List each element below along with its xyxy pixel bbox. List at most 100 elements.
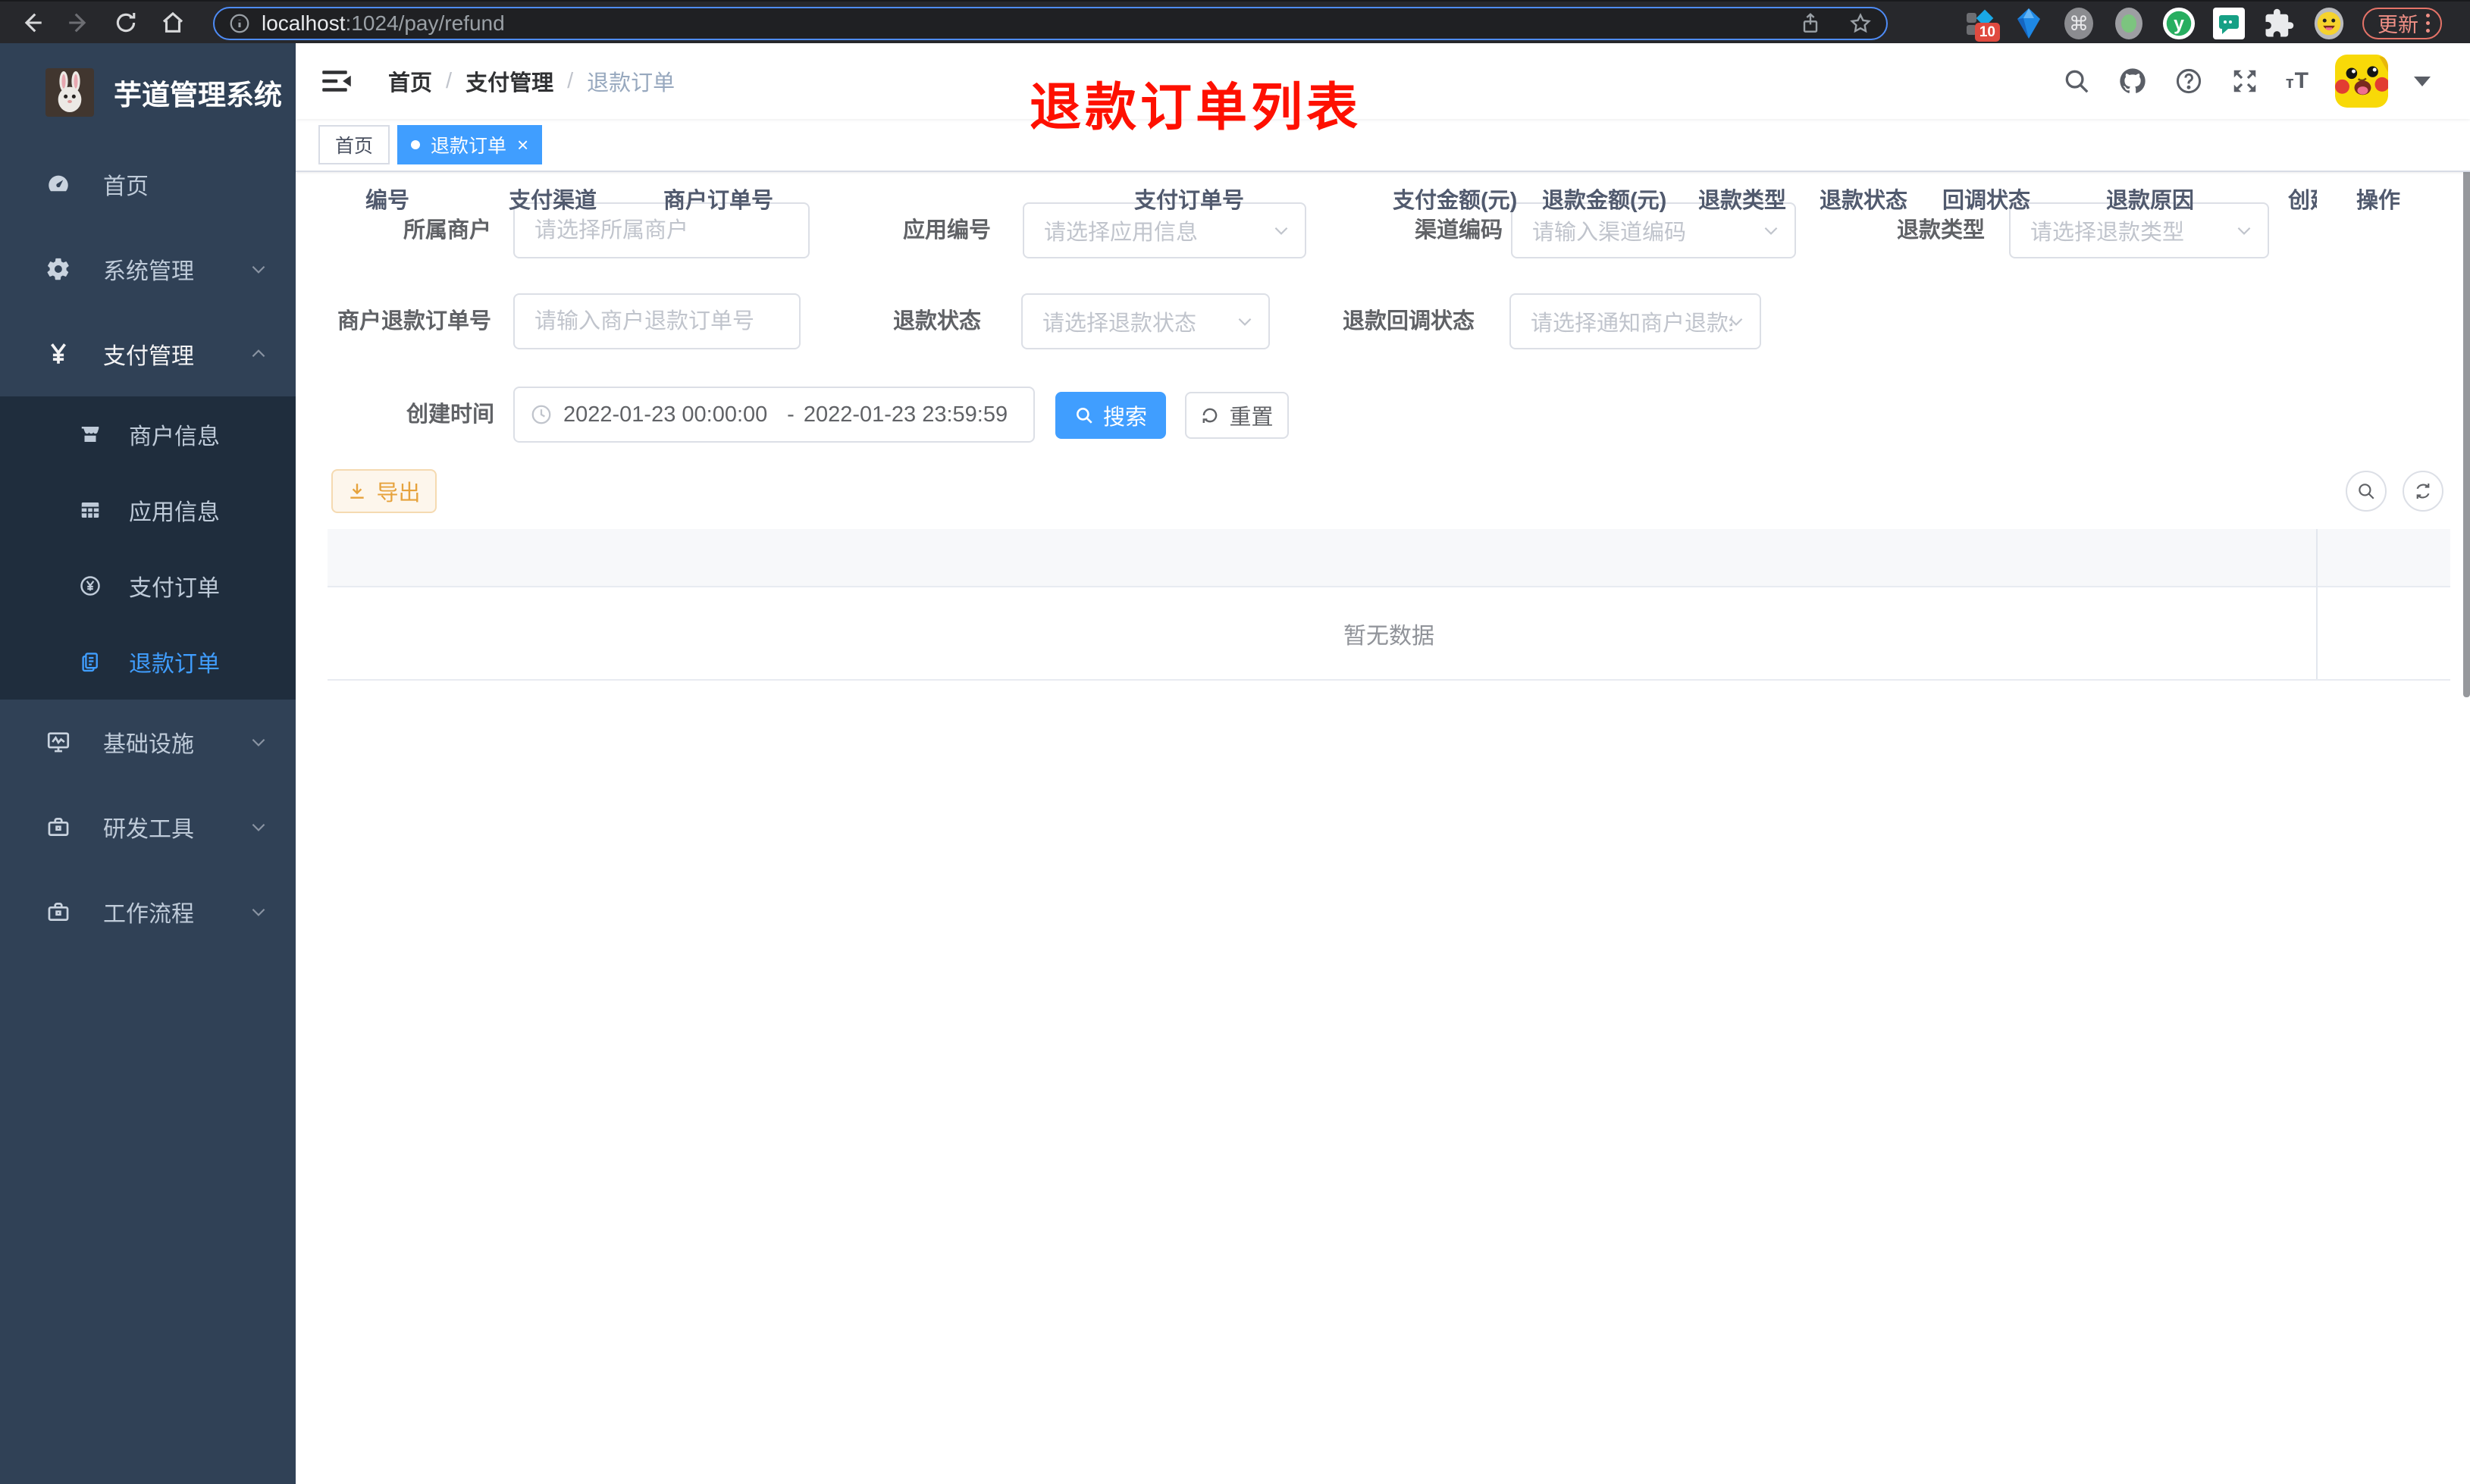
github-icon[interactable] [2117, 66, 2148, 96]
refund-status-select[interactable]: 请选择退款状态 [1021, 293, 1270, 349]
breadcrumb-home[interactable]: 首页 [388, 65, 432, 97]
search-button-label: 搜索 [1102, 405, 1147, 430]
ext-command-icon[interactable]: ⌘ [2062, 7, 2095, 40]
main-content: 所属商户 应用编号 请选择应用信息 渠道编码 请输入渠道编码 退款类型 请选择退… [296, 172, 2470, 1484]
toolbox-icon [45, 814, 71, 840]
ext-puzzle-icon[interactable] [2262, 7, 2296, 40]
tag-home[interactable]: 首页 [318, 125, 390, 164]
browser-home-icon[interactable] [159, 9, 187, 36]
update-label: 更新 [2378, 14, 2418, 36]
sidebar-item-system[interactable]: 系统管理 [0, 227, 296, 312]
caret-down-icon[interactable] [2414, 76, 2431, 86]
tag-refund-order[interactable]: 退款订单 × [397, 125, 543, 164]
sidebar-item-label: 支付订单 [129, 576, 220, 601]
sidebar-item-app-info[interactable]: 应用信息 [0, 472, 296, 548]
sidebar-item-payment[interactable]: 支付管理 [0, 312, 296, 396]
reset-button[interactable]: 重置 [1185, 392, 1289, 439]
search-icon[interactable] [2061, 66, 2092, 96]
ext-bookmarks-icon[interactable]: 10 [1962, 7, 2000, 42]
font-size-icon[interactable]: тT [2286, 68, 2309, 94]
table-header-cell-actions: 操作 [2356, 189, 2401, 213]
chevron-down-icon [249, 902, 268, 922]
chevron-down-icon [1235, 312, 1255, 331]
tag-close-icon[interactable]: × [517, 135, 528, 155]
merchant-refund-no-input-box[interactable] [513, 293, 801, 349]
screen: localhost:1024/pay/refund 10 ⌘ y 更新 芋道管理… [0, 0, 2470, 1484]
sidebar-item-label: 退款订单 [129, 652, 220, 677]
table-header-cell: 退款状态 [1820, 189, 1908, 213]
sidebar-fold-icon[interactable] [321, 67, 352, 95]
sidebar-item-merchant-info[interactable]: 商户信息 [0, 396, 296, 472]
scrollbar[interactable] [2463, 121, 2470, 697]
bookmark-star-icon[interactable] [1848, 11, 1873, 36]
ext-y-icon[interactable]: y [2162, 7, 2196, 40]
table-header-cell: 回调状态 [1942, 189, 2031, 213]
export-button[interactable]: 导出 [331, 469, 437, 513]
filter-label-merchant: 所属商户 [403, 218, 492, 243]
browser-toolbar: localhost:1024/pay/refund 10 ⌘ y 更新 [0, 0, 2470, 43]
sidebar-item-label: 商户信息 [129, 424, 220, 449]
create-time-range-picker[interactable]: 2022-01-23 00:00:00 - 2022-01-23 23:59:5… [513, 387, 1035, 443]
browser-reload-icon[interactable] [112, 9, 139, 36]
site-info-icon[interactable] [228, 12, 251, 35]
ext-emoji-icon[interactable] [2312, 7, 2346, 40]
sidebar-item-workflow[interactable]: 工作流程 [0, 869, 296, 954]
refresh-icon [2416, 484, 2430, 499]
breadcrumb-separator: / [446, 68, 453, 93]
filter-label-create-time: 创建时间 [406, 402, 495, 427]
app-title: 芋道管理系统 [114, 80, 282, 111]
table-header-cell: 退款原因 [2106, 189, 2195, 213]
fullscreen-icon[interactable] [2230, 66, 2260, 96]
refresh-icon [1203, 408, 1218, 423]
help-icon[interactable] [2174, 66, 2204, 96]
table-bottom-border [328, 679, 2450, 681]
browser-forward-icon[interactable] [65, 9, 92, 36]
merchant-refund-no-input[interactable] [515, 295, 799, 348]
filter-label-app: 应用编号 [903, 218, 992, 243]
sidebar-item-home[interactable]: 首页 [0, 142, 296, 227]
document-icon [79, 650, 102, 673]
sidebar: 芋道管理系统 首页 系统管理 支付管理 商户信息 应用信息 支付订单 退款订单 … [0, 43, 296, 1484]
search-icon [1077, 408, 1092, 424]
extensions-strip: 10 ⌘ y 更新 [1962, 2, 2442, 45]
sidebar-item-dev-tools[interactable]: 研发工具 [0, 784, 296, 869]
search-button[interactable]: 搜索 [1055, 392, 1166, 439]
breadcrumb-current: 退款订单 [587, 71, 675, 95]
url-bar[interactable]: localhost:1024/pay/refund [213, 7, 1888, 40]
ext-chat-icon[interactable] [2212, 7, 2246, 40]
sidebar-item-pay-order[interactable]: 支付订单 [0, 548, 296, 624]
yen-icon [45, 341, 71, 367]
page-annotation: 退款订单列表 [1030, 79, 1362, 136]
grid-icon [79, 499, 102, 521]
notify-status-select[interactable]: 请选择通知商户退款结果的 [1509, 293, 1761, 349]
sidebar-item-label: 基础设施 [103, 732, 194, 757]
sidebar-logo[interactable]: 芋道管理系统 [0, 43, 296, 142]
show-search-toggle-button[interactable] [2346, 471, 2387, 512]
select-placeholder: 请选择通知商户退款结果的 [1531, 312, 1732, 336]
browser-update-button[interactable]: 更新 [2362, 7, 2442, 39]
avatar[interactable] [2335, 55, 2388, 108]
table-header-cell: 支付金额(元) [1393, 189, 1518, 213]
refresh-table-button[interactable] [2403, 471, 2443, 512]
sidebar-item-infrastructure[interactable]: 基础设施 [0, 700, 296, 784]
browser-back-icon[interactable] [18, 9, 45, 36]
share-icon[interactable] [1798, 11, 1823, 36]
breadcrumb-section[interactable]: 支付管理 [465, 65, 553, 97]
table-header-cell: 退款类型 [1698, 189, 1787, 213]
top-navbar: 首页 / 支付管理 / 退款订单 тT [296, 43, 2470, 119]
table-header-cell: 编号 [365, 189, 410, 213]
ext-gem-icon[interactable] [2012, 7, 2045, 40]
url-text: localhost:1024/pay/refund [262, 11, 505, 35]
reset-button-label: 重置 [1229, 405, 1274, 430]
chevron-up-icon [249, 344, 268, 364]
table-header-cell: 商户订单号 [663, 189, 774, 213]
browser-menu-icon[interactable] [2426, 14, 2430, 33]
date-range-end[interactable]: 2022-01-23 23:59:59 [804, 402, 1018, 427]
sidebar-item-refund-order[interactable]: 退款订单 [0, 624, 296, 700]
logo-rabbit-image [45, 68, 94, 117]
table-header-cell: 退款金额(元) [1542, 189, 1667, 213]
breadcrumb: 首页 / 支付管理 / 退款订单 [388, 65, 675, 97]
ext-recorder-icon[interactable] [2112, 7, 2146, 40]
select-placeholder: 请选择退款状态 [1042, 312, 1197, 336]
date-range-start[interactable]: 2022-01-23 00:00:00 [563, 402, 778, 427]
